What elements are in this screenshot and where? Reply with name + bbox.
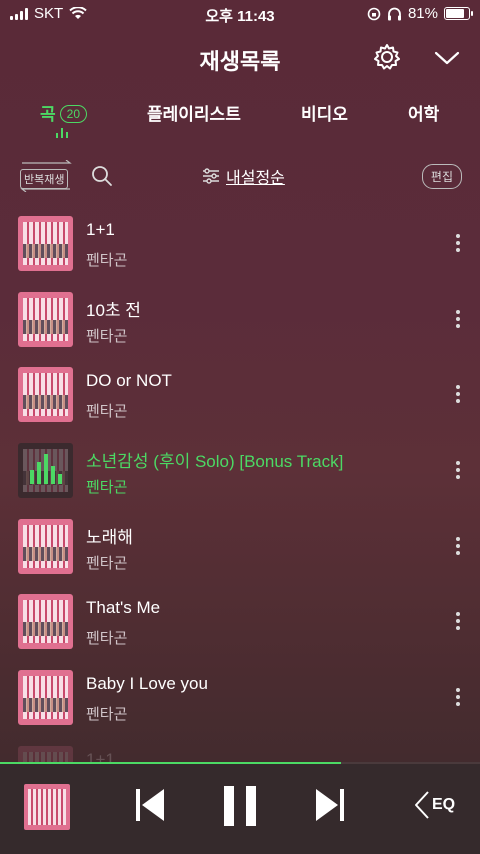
more-options-icon[interactable] bbox=[456, 385, 460, 404]
album-art bbox=[18, 518, 73, 574]
previous-icon[interactable] bbox=[134, 786, 166, 824]
tab-bar: 곡 20 플레이리스트 비디오 어학 bbox=[0, 96, 480, 140]
rotation-lock-icon bbox=[367, 7, 381, 20]
next-icon[interactable] bbox=[314, 786, 346, 824]
song-title: 소년감성 (후이 Solo) [Bonus Track] bbox=[86, 452, 344, 472]
song-artist: 펜타곤 bbox=[86, 479, 128, 497]
song-title: 노래해 bbox=[86, 527, 133, 547]
album-art bbox=[18, 594, 73, 650]
album-art bbox=[18, 291, 73, 347]
tab-language[interactable]: 어학 bbox=[408, 100, 439, 125]
battery-icon bbox=[444, 7, 473, 20]
sliders-icon bbox=[203, 168, 219, 184]
pause-icon[interactable] bbox=[222, 784, 258, 828]
speaker-icon bbox=[415, 791, 429, 819]
song-artist: 펜타곤 bbox=[86, 252, 128, 269]
gear-icon[interactable] bbox=[372, 42, 402, 72]
headphones-icon bbox=[387, 7, 401, 20]
equalizer-indicator-icon bbox=[56, 128, 68, 138]
more-options-icon[interactable] bbox=[456, 461, 460, 480]
chevron-down-icon[interactable] bbox=[432, 44, 462, 72]
more-options-icon[interactable] bbox=[456, 234, 460, 252]
song-artist: 펜타곤 bbox=[86, 630, 128, 648]
header: 재생목록 bbox=[0, 40, 480, 76]
album-art bbox=[18, 670, 73, 726]
song-row[interactable]: Baby I Love you 펜타곤 bbox=[0, 658, 480, 734]
song-artist: 펜타곤 bbox=[86, 403, 128, 421]
album-art bbox=[18, 443, 73, 499]
song-list: 1+1 펜타곤 10초 전 펜타곤 DO or NOT 펜타곤 소년감성 (후이 Solo)… bbox=[0, 204, 480, 810]
song-title: 1+1 bbox=[86, 220, 115, 239]
toolbar: 반복재생 내설정순 편집 bbox=[0, 158, 480, 194]
song-artist: 펜타곤 bbox=[86, 327, 128, 345]
status-right: 81% bbox=[367, 5, 473, 22]
repeat-button[interactable]: 반복재생 bbox=[18, 160, 74, 192]
page-title: 재생목록 bbox=[199, 49, 281, 74]
tab-playlists[interactable]: 플레이리스트 bbox=[147, 100, 241, 125]
song-row[interactable]: 소년감성 (후이 Solo) [Bonus Track] 펜타곤 bbox=[0, 431, 480, 507]
status-bar: SKT 오후 11:43 81% bbox=[0, 0, 480, 28]
repeat-label: 반복재생 bbox=[20, 169, 69, 189]
song-title: DO or NOT bbox=[86, 371, 172, 391]
song-title: 10초 전 bbox=[86, 300, 141, 320]
search-icon[interactable] bbox=[90, 164, 114, 188]
song-title: Baby I Love you bbox=[86, 674, 208, 694]
edit-button[interactable]: 편집 bbox=[421, 164, 462, 189]
more-options-icon[interactable] bbox=[456, 536, 460, 555]
more-options-icon[interactable] bbox=[456, 688, 460, 707]
song-artist: 펜타곤 bbox=[86, 554, 128, 572]
song-title: That's Me bbox=[86, 598, 161, 618]
album-art bbox=[18, 367, 73, 423]
album-art bbox=[18, 216, 73, 271]
mini-player: EQ bbox=[0, 762, 480, 854]
sort-button[interactable]: 내설정순 bbox=[202, 164, 285, 188]
progress-bar[interactable] bbox=[0, 762, 480, 764]
song-row[interactable]: That's Me 펜타곤 bbox=[0, 582, 480, 658]
eq-button[interactable]: EQ bbox=[412, 790, 455, 820]
tab-songs-label: 곡 bbox=[40, 105, 56, 124]
progress-fill bbox=[0, 762, 341, 764]
more-options-icon[interactable] bbox=[456, 309, 460, 328]
song-row[interactable]: 10초 전펜타곤 bbox=[0, 280, 480, 356]
now-playing-bars-icon bbox=[30, 454, 62, 485]
song-row[interactable]: DO or NOT 펜타곤 bbox=[0, 355, 480, 431]
sort-label: 내설정순 bbox=[226, 170, 285, 187]
now-playing-album-art[interactable] bbox=[24, 784, 70, 830]
tab-videos[interactable]: 비디오 bbox=[301, 100, 348, 125]
tab-songs[interactable]: 곡 20 bbox=[40, 100, 87, 125]
more-options-icon[interactable] bbox=[456, 612, 460, 631]
battery-percent: 81% bbox=[407, 5, 438, 22]
song-count-badge: 20 bbox=[59, 105, 87, 123]
song-row[interactable]: 노래해펜타곤 bbox=[0, 507, 480, 583]
eq-label: EQ bbox=[432, 796, 456, 813]
song-artist: 펜타곤 bbox=[86, 706, 128, 724]
song-row[interactable]: 1+1 펜타곤 bbox=[0, 204, 480, 280]
